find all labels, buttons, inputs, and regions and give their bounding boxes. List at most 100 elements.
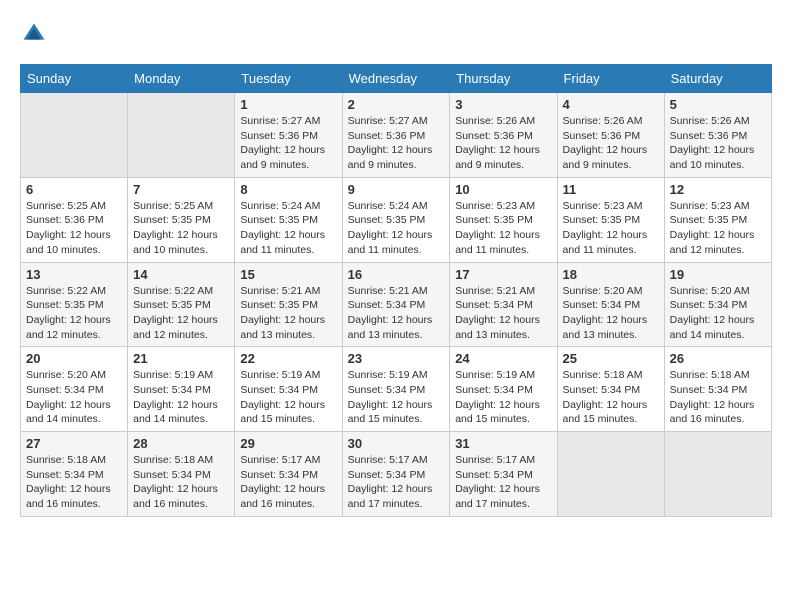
calendar-week-row: 20Sunrise: 5:20 AM Sunset: 5:34 PM Dayli… — [21, 347, 772, 432]
day-header-saturday: Saturday — [664, 65, 771, 93]
calendar-cell: 3 Sunrise: 5:26 AM Sunset: 5:36 PM Daylig… — [450, 93, 557, 178]
calendar-cell: 9 Sunrise: 5:24 AM Sunset: 5:35 PM Daylig… — [342, 177, 450, 262]
day-number: 30 — [348, 436, 445, 451]
calendar-week-row: 6 Sunrise: 5:25 AM Sunset: 5:36 PM Daylig… — [21, 177, 772, 262]
day-number: 21 — [133, 351, 229, 366]
day-info: Sunrise: 5:23 AM Sunset: 5:35 PM Dayligh… — [455, 199, 551, 258]
day-number: 17 — [455, 267, 551, 282]
day-info: Sunrise: 5:24 AM Sunset: 5:35 PM Dayligh… — [240, 199, 336, 258]
calendar-cell: 25 Sunrise: 5:18 AM Sunset: 5:34 PM Dayli… — [557, 347, 664, 432]
day-number: 20 — [26, 351, 122, 366]
day-number: 7 — [133, 182, 229, 197]
calendar-cell: 20Sunrise: 5:20 AM Sunset: 5:34 PM Dayli… — [21, 347, 128, 432]
calendar-cell: 11Sunrise: 5:23 AM Sunset: 5:35 PM Dayli… — [557, 177, 664, 262]
day-info: Sunrise: 5:26 AM Sunset: 5:36 PM Dayligh… — [670, 114, 766, 173]
calendar-cell: 21 Sunrise: 5:19 AM Sunset: 5:34 PM Dayli… — [128, 347, 235, 432]
day-number: 6 — [26, 182, 122, 197]
day-info: Sunrise: 5:17 AM Sunset: 5:34 PM Dayligh… — [455, 453, 551, 512]
calendar-cell: 17 Sunrise: 5:21 AM Sunset: 5:34 PM Dayli… — [450, 262, 557, 347]
calendar-table: SundayMondayTuesdayWednesdayThursdayFrid… — [20, 64, 772, 517]
day-info: Sunrise: 5:18 AM Sunset: 5:34 PM Dayligh… — [670, 368, 766, 427]
day-info: Sunrise: 5:19 AM Sunset: 5:34 PM Dayligh… — [240, 368, 336, 427]
day-info: Sunrise: 5:26 AM Sunset: 5:36 PM Dayligh… — [563, 114, 659, 173]
day-number: 13 — [26, 267, 122, 282]
day-number: 25 — [563, 351, 659, 366]
calendar-cell: 6 Sunrise: 5:25 AM Sunset: 5:36 PM Daylig… — [21, 177, 128, 262]
calendar-cell — [664, 432, 771, 517]
day-info: Sunrise: 5:17 AM Sunset: 5:34 PM Dayligh… — [348, 453, 445, 512]
calendar-cell: 4 Sunrise: 5:26 AM Sunset: 5:36 PM Daylig… — [557, 93, 664, 178]
day-info: Sunrise: 5:21 AM Sunset: 5:34 PM Dayligh… — [348, 284, 445, 343]
calendar-cell — [557, 432, 664, 517]
calendar-cell: 16 Sunrise: 5:21 AM Sunset: 5:34 PM Dayli… — [342, 262, 450, 347]
day-info: Sunrise: 5:19 AM Sunset: 5:34 PM Dayligh… — [133, 368, 229, 427]
calendar-header-row: SundayMondayTuesdayWednesdayThursdayFrid… — [21, 65, 772, 93]
day-number: 22 — [240, 351, 336, 366]
day-header-tuesday: Tuesday — [235, 65, 342, 93]
day-info: Sunrise: 5:27 AM Sunset: 5:36 PM Dayligh… — [348, 114, 445, 173]
calendar-cell: 7 Sunrise: 5:25 AM Sunset: 5:35 PM Daylig… — [128, 177, 235, 262]
calendar-cell: 14 Sunrise: 5:22 AM Sunset: 5:35 PM Dayli… — [128, 262, 235, 347]
day-info: Sunrise: 5:20 AM Sunset: 5:34 PM Dayligh… — [563, 284, 659, 343]
day-number: 18 — [563, 267, 659, 282]
calendar-cell: 5 Sunrise: 5:26 AM Sunset: 5:36 PM Daylig… — [664, 93, 771, 178]
day-info: Sunrise: 5:26 AM Sunset: 5:36 PM Dayligh… — [455, 114, 551, 173]
day-info: Sunrise: 5:18 AM Sunset: 5:34 PM Dayligh… — [26, 453, 122, 512]
day-header-friday: Friday — [557, 65, 664, 93]
day-info: Sunrise: 5:23 AM Sunset: 5:35 PM Dayligh… — [670, 199, 766, 258]
calendar-cell: 8 Sunrise: 5:24 AM Sunset: 5:35 PM Daylig… — [235, 177, 342, 262]
day-number: 4 — [563, 97, 659, 112]
calendar-cell: 29 Sunrise: 5:17 AM Sunset: 5:34 PM Dayli… — [235, 432, 342, 517]
day-info: Sunrise: 5:25 AM Sunset: 5:35 PM Dayligh… — [133, 199, 229, 258]
day-info: Sunrise: 5:23 AM Sunset: 5:35 PM Dayligh… — [563, 199, 659, 258]
day-number: 24 — [455, 351, 551, 366]
day-number: 3 — [455, 97, 551, 112]
day-number: 26 — [670, 351, 766, 366]
day-number: 2 — [348, 97, 445, 112]
day-number: 29 — [240, 436, 336, 451]
day-number: 27 — [26, 436, 122, 451]
day-number: 5 — [670, 97, 766, 112]
calendar-cell: 26 Sunrise: 5:18 AM Sunset: 5:34 PM Dayli… — [664, 347, 771, 432]
calendar-cell: 23 Sunrise: 5:19 AM Sunset: 5:34 PM Dayli… — [342, 347, 450, 432]
day-number: 10 — [455, 182, 551, 197]
calendar-cell: 10 Sunrise: 5:23 AM Sunset: 5:35 PM Dayli… — [450, 177, 557, 262]
calendar-cell: 15Sunrise: 5:21 AM Sunset: 5:35 PM Dayli… — [235, 262, 342, 347]
day-number: 12 — [670, 182, 766, 197]
calendar-cell: 22 Sunrise: 5:19 AM Sunset: 5:34 PM Dayli… — [235, 347, 342, 432]
day-info: Sunrise: 5:21 AM Sunset: 5:35 PM Dayligh… — [240, 284, 336, 343]
day-number: 19 — [670, 267, 766, 282]
day-number: 16 — [348, 267, 445, 282]
day-info: Sunrise: 5:19 AM Sunset: 5:34 PM Dayligh… — [455, 368, 551, 427]
day-number: 1 — [240, 97, 336, 112]
day-info: Sunrise: 5:24 AM Sunset: 5:35 PM Dayligh… — [348, 199, 445, 258]
calendar-cell: 1Sunrise: 5:27 AM Sunset: 5:36 PM Daylig… — [235, 93, 342, 178]
calendar-cell: 18 Sunrise: 5:20 AM Sunset: 5:34 PM Dayli… — [557, 262, 664, 347]
day-number: 28 — [133, 436, 229, 451]
day-info: Sunrise: 5:17 AM Sunset: 5:34 PM Dayligh… — [240, 453, 336, 512]
day-number: 23 — [348, 351, 445, 366]
day-info: Sunrise: 5:25 AM Sunset: 5:36 PM Dayligh… — [26, 199, 122, 258]
calendar-cell: 31Sunrise: 5:17 AM Sunset: 5:34 PM Dayli… — [450, 432, 557, 517]
day-info: Sunrise: 5:18 AM Sunset: 5:34 PM Dayligh… — [563, 368, 659, 427]
day-header-sunday: Sunday — [21, 65, 128, 93]
day-info: Sunrise: 5:22 AM Sunset: 5:35 PM Dayligh… — [133, 284, 229, 343]
calendar-cell — [128, 93, 235, 178]
calendar-cell: 19Sunrise: 5:20 AM Sunset: 5:34 PM Dayli… — [664, 262, 771, 347]
day-info: Sunrise: 5:22 AM Sunset: 5:35 PM Dayligh… — [26, 284, 122, 343]
day-number: 9 — [348, 182, 445, 197]
day-header-monday: Monday — [128, 65, 235, 93]
logo-icon — [20, 20, 48, 48]
calendar-cell: 30 Sunrise: 5:17 AM Sunset: 5:34 PM Dayli… — [342, 432, 450, 517]
logo — [20, 20, 52, 48]
day-header-thursday: Thursday — [450, 65, 557, 93]
calendar-cell: 13 Sunrise: 5:22 AM Sunset: 5:35 PM Dayli… — [21, 262, 128, 347]
day-info: Sunrise: 5:21 AM Sunset: 5:34 PM Dayligh… — [455, 284, 551, 343]
day-info: Sunrise: 5:19 AM Sunset: 5:34 PM Dayligh… — [348, 368, 445, 427]
calendar-cell: 28Sunrise: 5:18 AM Sunset: 5:34 PM Dayli… — [128, 432, 235, 517]
day-number: 8 — [240, 182, 336, 197]
calendar-week-row: 27 Sunrise: 5:18 AM Sunset: 5:34 PM Dayli… — [21, 432, 772, 517]
page-header — [20, 20, 772, 48]
calendar-cell: 24 Sunrise: 5:19 AM Sunset: 5:34 PM Dayli… — [450, 347, 557, 432]
day-number: 14 — [133, 267, 229, 282]
